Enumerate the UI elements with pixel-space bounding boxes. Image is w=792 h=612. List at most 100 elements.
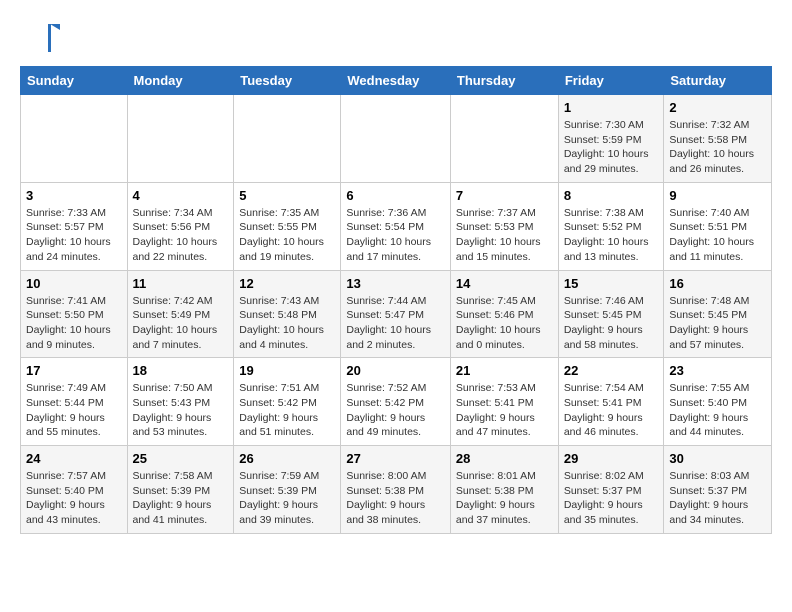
day-number: 16 [669,276,766,291]
calendar-cell: 25Sunrise: 7:58 AM Sunset: 5:39 PM Dayli… [127,446,234,534]
calendar-cell: 29Sunrise: 8:02 AM Sunset: 5:37 PM Dayli… [558,446,664,534]
day-number: 12 [239,276,335,291]
day-number: 20 [346,363,445,378]
day-number: 10 [26,276,122,291]
calendar-week-row: 17 Sunrise: 7:49 AM Sunset: 5:44 PM Dayli… [21,358,772,446]
day-info: Sunrise: 7:36 AM Sunset: 5:54 PM Dayligh… [346,206,445,265]
calendar-cell: 13 Sunrise: 7:44 AM Sunset: 5:47 PM Dayli… [341,270,451,358]
calendar-cell: 26 Sunrise: 7:59 AM Sunset: 5:39 PM Dayli… [234,446,341,534]
day-number: 14 [456,276,553,291]
day-number: 27 [346,451,445,466]
day-info: Sunrise: 7:58 AM Sunset: 5:39 PM Dayligh… [133,469,229,528]
weekday-header: Saturday [664,67,772,95]
day-info: Sunrise: 7:54 AM Sunset: 5:41 PM Dayligh… [564,381,659,440]
calendar-cell: 21 Sunrise: 7:53 AM Sunset: 5:41 PM Dayli… [450,358,558,446]
day-number: 9 [669,188,766,203]
day-info: Sunrise: 8:01 AM Sunset: 5:38 PM Dayligh… [456,469,553,528]
calendar-cell: 27 Sunrise: 8:00 AM Sunset: 5:38 PM Dayli… [341,446,451,534]
day-number: 17 [26,363,122,378]
day-number: 21 [456,363,553,378]
calendar-week-row: 3 Sunrise: 7:33 AM Sunset: 5:57 PM Daylig… [21,182,772,270]
calendar-week-row: 1 Sunrise: 7:30 AM Sunset: 5:59 PM Daylig… [21,95,772,183]
day-info: Sunrise: 7:57 AM Sunset: 5:40 PM Dayligh… [26,469,122,528]
day-info: Sunrise: 7:48 AM Sunset: 5:45 PM Dayligh… [669,294,766,353]
page-header [20,20,772,56]
day-number: 22 [564,363,659,378]
weekday-header: Monday [127,67,234,95]
day-info: Sunrise: 7:33 AM Sunset: 5:57 PM Dayligh… [26,206,122,265]
calendar-cell: 12Sunrise: 7:43 AM Sunset: 5:48 PM Dayli… [234,270,341,358]
calendar-cell [127,95,234,183]
day-info: Sunrise: 7:32 AM Sunset: 5:58 PM Dayligh… [669,118,766,177]
day-number: 13 [346,276,445,291]
day-info: Sunrise: 7:42 AM Sunset: 5:49 PM Dayligh… [133,294,229,353]
calendar-cell: 6 Sunrise: 7:36 AM Sunset: 5:54 PM Daylig… [341,182,451,270]
calendar-table: SundayMondayTuesdayWednesdayThursdayFrid… [20,66,772,534]
day-info: Sunrise: 7:38 AM Sunset: 5:52 PM Dayligh… [564,206,659,265]
day-info: Sunrise: 7:52 AM Sunset: 5:42 PM Dayligh… [346,381,445,440]
day-info: Sunrise: 7:53 AM Sunset: 5:41 PM Dayligh… [456,381,553,440]
day-number: 4 [133,188,229,203]
logo [20,20,64,56]
weekday-header: Sunday [21,67,128,95]
calendar-header-row: SundayMondayTuesdayWednesdayThursdayFrid… [21,67,772,95]
day-number: 19 [239,363,335,378]
day-number: 5 [239,188,335,203]
calendar-cell: 1 Sunrise: 7:30 AM Sunset: 5:59 PM Daylig… [558,95,664,183]
calendar-cell: 20 Sunrise: 7:52 AM Sunset: 5:42 PM Dayli… [341,358,451,446]
day-number: 18 [133,363,229,378]
weekday-header: Friday [558,67,664,95]
calendar-cell: 7Sunrise: 7:37 AM Sunset: 5:53 PM Daylig… [450,182,558,270]
calendar-cell: 17 Sunrise: 7:49 AM Sunset: 5:44 PM Dayli… [21,358,128,446]
day-number: 30 [669,451,766,466]
day-number: 28 [456,451,553,466]
calendar-cell: 18 Sunrise: 7:50 AM Sunset: 5:43 PM Dayli… [127,358,234,446]
calendar-cell: 4 Sunrise: 7:34 AM Sunset: 5:56 PM Daylig… [127,182,234,270]
day-info: Sunrise: 7:49 AM Sunset: 5:44 PM Dayligh… [26,381,122,440]
calendar-cell [341,95,451,183]
day-number: 6 [346,188,445,203]
day-info: Sunrise: 7:30 AM Sunset: 5:59 PM Dayligh… [564,118,659,177]
calendar-cell: 30Sunrise: 8:03 AM Sunset: 5:37 PM Dayli… [664,446,772,534]
day-number: 15 [564,276,659,291]
calendar-cell: 22 Sunrise: 7:54 AM Sunset: 5:41 PM Dayli… [558,358,664,446]
day-number: 24 [26,451,122,466]
day-number: 2 [669,100,766,115]
day-info: Sunrise: 7:50 AM Sunset: 5:43 PM Dayligh… [133,381,229,440]
calendar-cell [234,95,341,183]
calendar-cell: 23 Sunrise: 7:55 AM Sunset: 5:40 PM Dayli… [664,358,772,446]
day-number: 8 [564,188,659,203]
day-number: 7 [456,188,553,203]
weekday-header: Wednesday [341,67,451,95]
day-info: Sunrise: 7:41 AM Sunset: 5:50 PM Dayligh… [26,294,122,353]
day-info: Sunrise: 7:44 AM Sunset: 5:47 PM Dayligh… [346,294,445,353]
weekday-header: Thursday [450,67,558,95]
day-number: 1 [564,100,659,115]
calendar-cell: 11 Sunrise: 7:42 AM Sunset: 5:49 PM Dayli… [127,270,234,358]
calendar-cell: 19 Sunrise: 7:51 AM Sunset: 5:42 PM Dayli… [234,358,341,446]
day-info: Sunrise: 7:55 AM Sunset: 5:40 PM Dayligh… [669,381,766,440]
day-number: 3 [26,188,122,203]
day-info: Sunrise: 7:51 AM Sunset: 5:42 PM Dayligh… [239,381,335,440]
calendar-week-row: 10 Sunrise: 7:41 AM Sunset: 5:50 PM Dayli… [21,270,772,358]
day-number: 26 [239,451,335,466]
day-number: 23 [669,363,766,378]
calendar-cell: 5Sunrise: 7:35 AM Sunset: 5:55 PM Daylig… [234,182,341,270]
calendar-cell [21,95,128,183]
calendar-cell: 28 Sunrise: 8:01 AM Sunset: 5:38 PM Dayli… [450,446,558,534]
day-info: Sunrise: 7:59 AM Sunset: 5:39 PM Dayligh… [239,469,335,528]
day-number: 29 [564,451,659,466]
calendar-cell: 9 Sunrise: 7:40 AM Sunset: 5:51 PM Daylig… [664,182,772,270]
day-info: Sunrise: 8:00 AM Sunset: 5:38 PM Dayligh… [346,469,445,528]
day-info: Sunrise: 7:34 AM Sunset: 5:56 PM Dayligh… [133,206,229,265]
calendar-cell: 8 Sunrise: 7:38 AM Sunset: 5:52 PM Daylig… [558,182,664,270]
calendar-cell [450,95,558,183]
calendar-cell: 3 Sunrise: 7:33 AM Sunset: 5:57 PM Daylig… [21,182,128,270]
calendar-cell: 14 Sunrise: 7:45 AM Sunset: 5:46 PM Dayli… [450,270,558,358]
day-info: Sunrise: 7:40 AM Sunset: 5:51 PM Dayligh… [669,206,766,265]
day-info: Sunrise: 7:45 AM Sunset: 5:46 PM Dayligh… [456,294,553,353]
calendar-cell: 15 Sunrise: 7:46 AM Sunset: 5:45 PM Dayli… [558,270,664,358]
weekday-header: Tuesday [234,67,341,95]
day-number: 11 [133,276,229,291]
day-info: Sunrise: 7:46 AM Sunset: 5:45 PM Dayligh… [564,294,659,353]
